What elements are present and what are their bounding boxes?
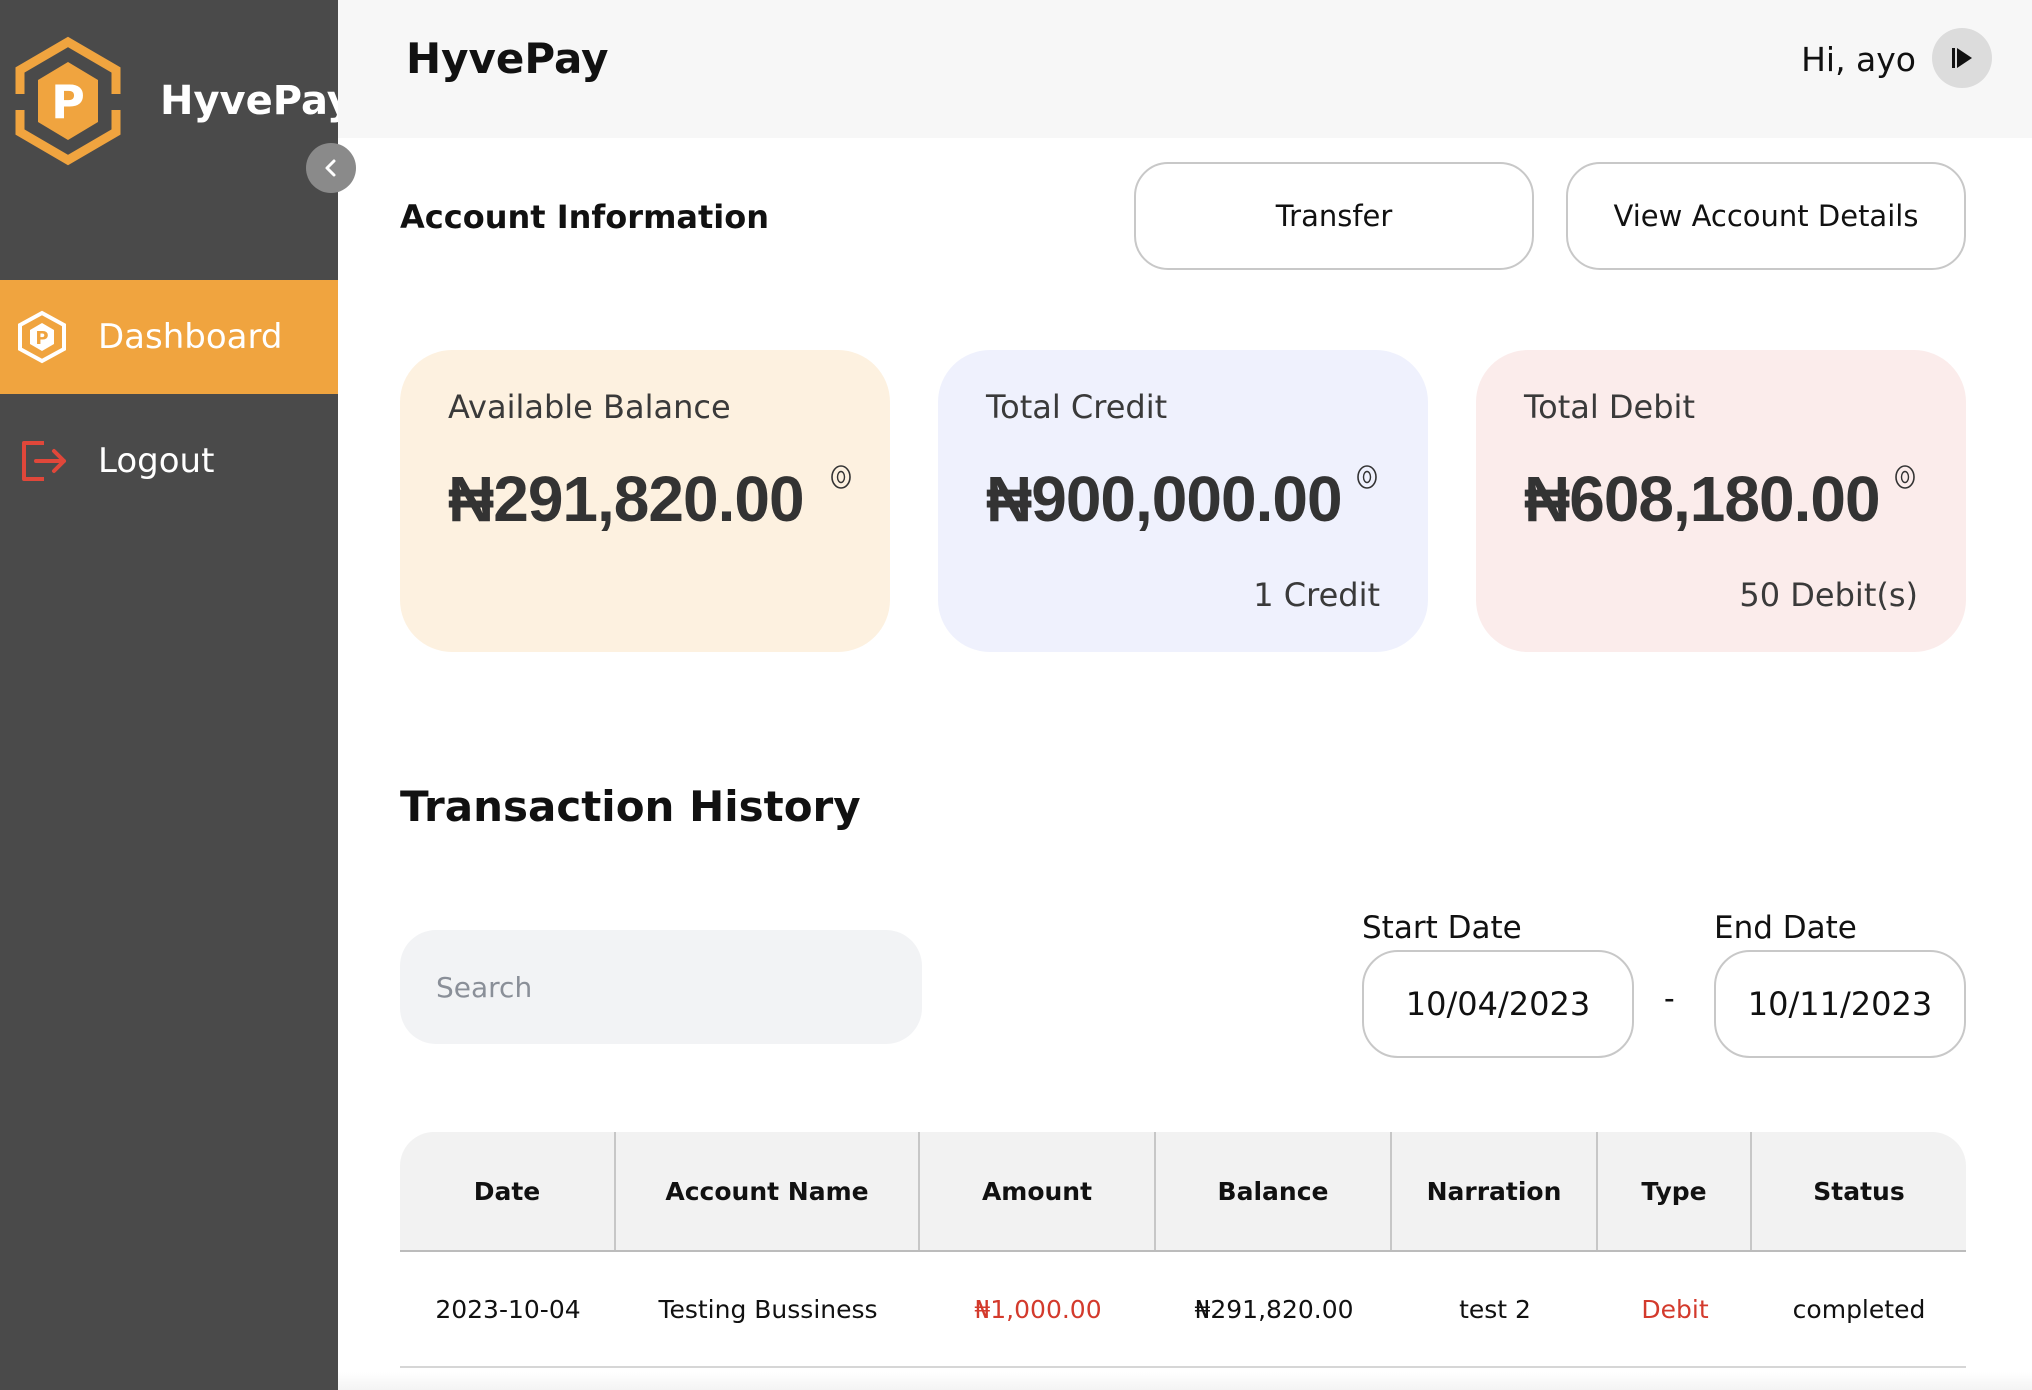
available-balance-card: Available Balance ₦291,820.00 — [400, 350, 890, 652]
column-header-narration[interactable]: Narration — [1392, 1132, 1598, 1250]
page-title: HyvePay — [406, 34, 609, 83]
hyvepay-logo-icon: P — [12, 36, 124, 166]
column-header-balance[interactable]: Balance — [1156, 1132, 1392, 1250]
total-debit-card: Total Debit ₦608,180.00 50 Debit(s) — [1476, 350, 1966, 652]
user-menu-button[interactable] — [1932, 28, 1992, 88]
view-account-details-button[interactable]: View Account Details — [1566, 162, 1966, 270]
card-amount: ₦900,000.00 — [986, 463, 1343, 535]
card-label: Total Credit — [986, 388, 1168, 426]
card-amount: ₦608,180.00 — [1524, 463, 1881, 535]
hyvepay-logo-icon: P — [18, 310, 66, 364]
sidebar: P HyvePay P Dashboard Logout — [0, 0, 353, 1390]
cell-amount: ₦1,000.00 — [974, 1294, 1102, 1324]
transactions-table: Date Account Name Amount Balance Narrati… — [400, 1132, 1966, 1368]
sidebar-item-logout[interactable]: Logout — [0, 404, 338, 518]
table-row[interactable]: 2023-10-04 Testing Bussiness ₦1,000.00 ₦… — [400, 1252, 1966, 1368]
end-date-label: End Date — [1714, 910, 1857, 946]
chevron-left-icon — [325, 159, 336, 177]
top-header: HyvePay Hi, ayo — [338, 0, 2032, 138]
play-icon — [1952, 48, 1972, 68]
cell-status: completed — [1792, 1294, 1926, 1324]
sidebar-item-label: Logout — [98, 441, 215, 481]
start-date-label: Start Date — [1362, 910, 1522, 946]
cell-type: Debit — [1641, 1294, 1709, 1324]
svg-text:P: P — [35, 328, 48, 349]
card-label: Available Balance — [448, 388, 731, 426]
column-header-amount[interactable]: Amount — [920, 1132, 1156, 1250]
toggle-visibility-icon[interactable] — [1356, 464, 1378, 490]
total-credit-card: Total Credit ₦900,000.00 1 Credit — [938, 350, 1428, 652]
cell-balance: ₦291,820.00 — [1194, 1294, 1354, 1324]
card-label: Total Debit — [1524, 388, 1695, 426]
credit-count: 1 Credit — [1253, 576, 1380, 614]
date-separator: - — [1664, 980, 1675, 1016]
search-input[interactable] — [400, 930, 922, 1044]
column-header-type[interactable]: Type — [1598, 1132, 1752, 1250]
debit-count: 50 Debit(s) — [1739, 576, 1918, 614]
scroll-fade — [338, 1372, 2032, 1390]
cell-date: 2023-10-04 — [435, 1294, 581, 1324]
svg-text:P: P — [51, 75, 85, 129]
account-info-title: Account Information — [400, 198, 770, 236]
column-header-account-name[interactable]: Account Name — [616, 1132, 920, 1250]
cell-narration: test 2 — [1459, 1294, 1531, 1324]
column-header-date[interactable]: Date — [400, 1132, 616, 1250]
transaction-history-title: Transaction History — [400, 782, 861, 831]
cell-account-name: Testing Bussiness — [658, 1294, 878, 1324]
transfer-button[interactable]: Transfer — [1134, 162, 1534, 270]
sidebar-brand: HyvePay — [160, 78, 353, 124]
sidebar-item-dashboard[interactable]: P Dashboard — [0, 280, 338, 394]
collapse-sidebar-button[interactable] — [306, 143, 356, 193]
toggle-visibility-icon[interactable] — [830, 464, 852, 490]
column-header-status[interactable]: Status — [1752, 1132, 1966, 1250]
sidebar-item-label: Dashboard — [98, 317, 283, 357]
logout-icon — [22, 441, 66, 481]
user-greeting: Hi, ayo — [1801, 40, 1916, 79]
table-header: Date Account Name Amount Balance Narrati… — [400, 1132, 1966, 1252]
start-date-field[interactable]: 10/04/2023 — [1362, 950, 1634, 1058]
toggle-visibility-icon[interactable] — [1894, 464, 1916, 490]
card-amount: ₦291,820.00 — [448, 463, 805, 535]
end-date-field[interactable]: 10/11/2023 — [1714, 950, 1966, 1058]
